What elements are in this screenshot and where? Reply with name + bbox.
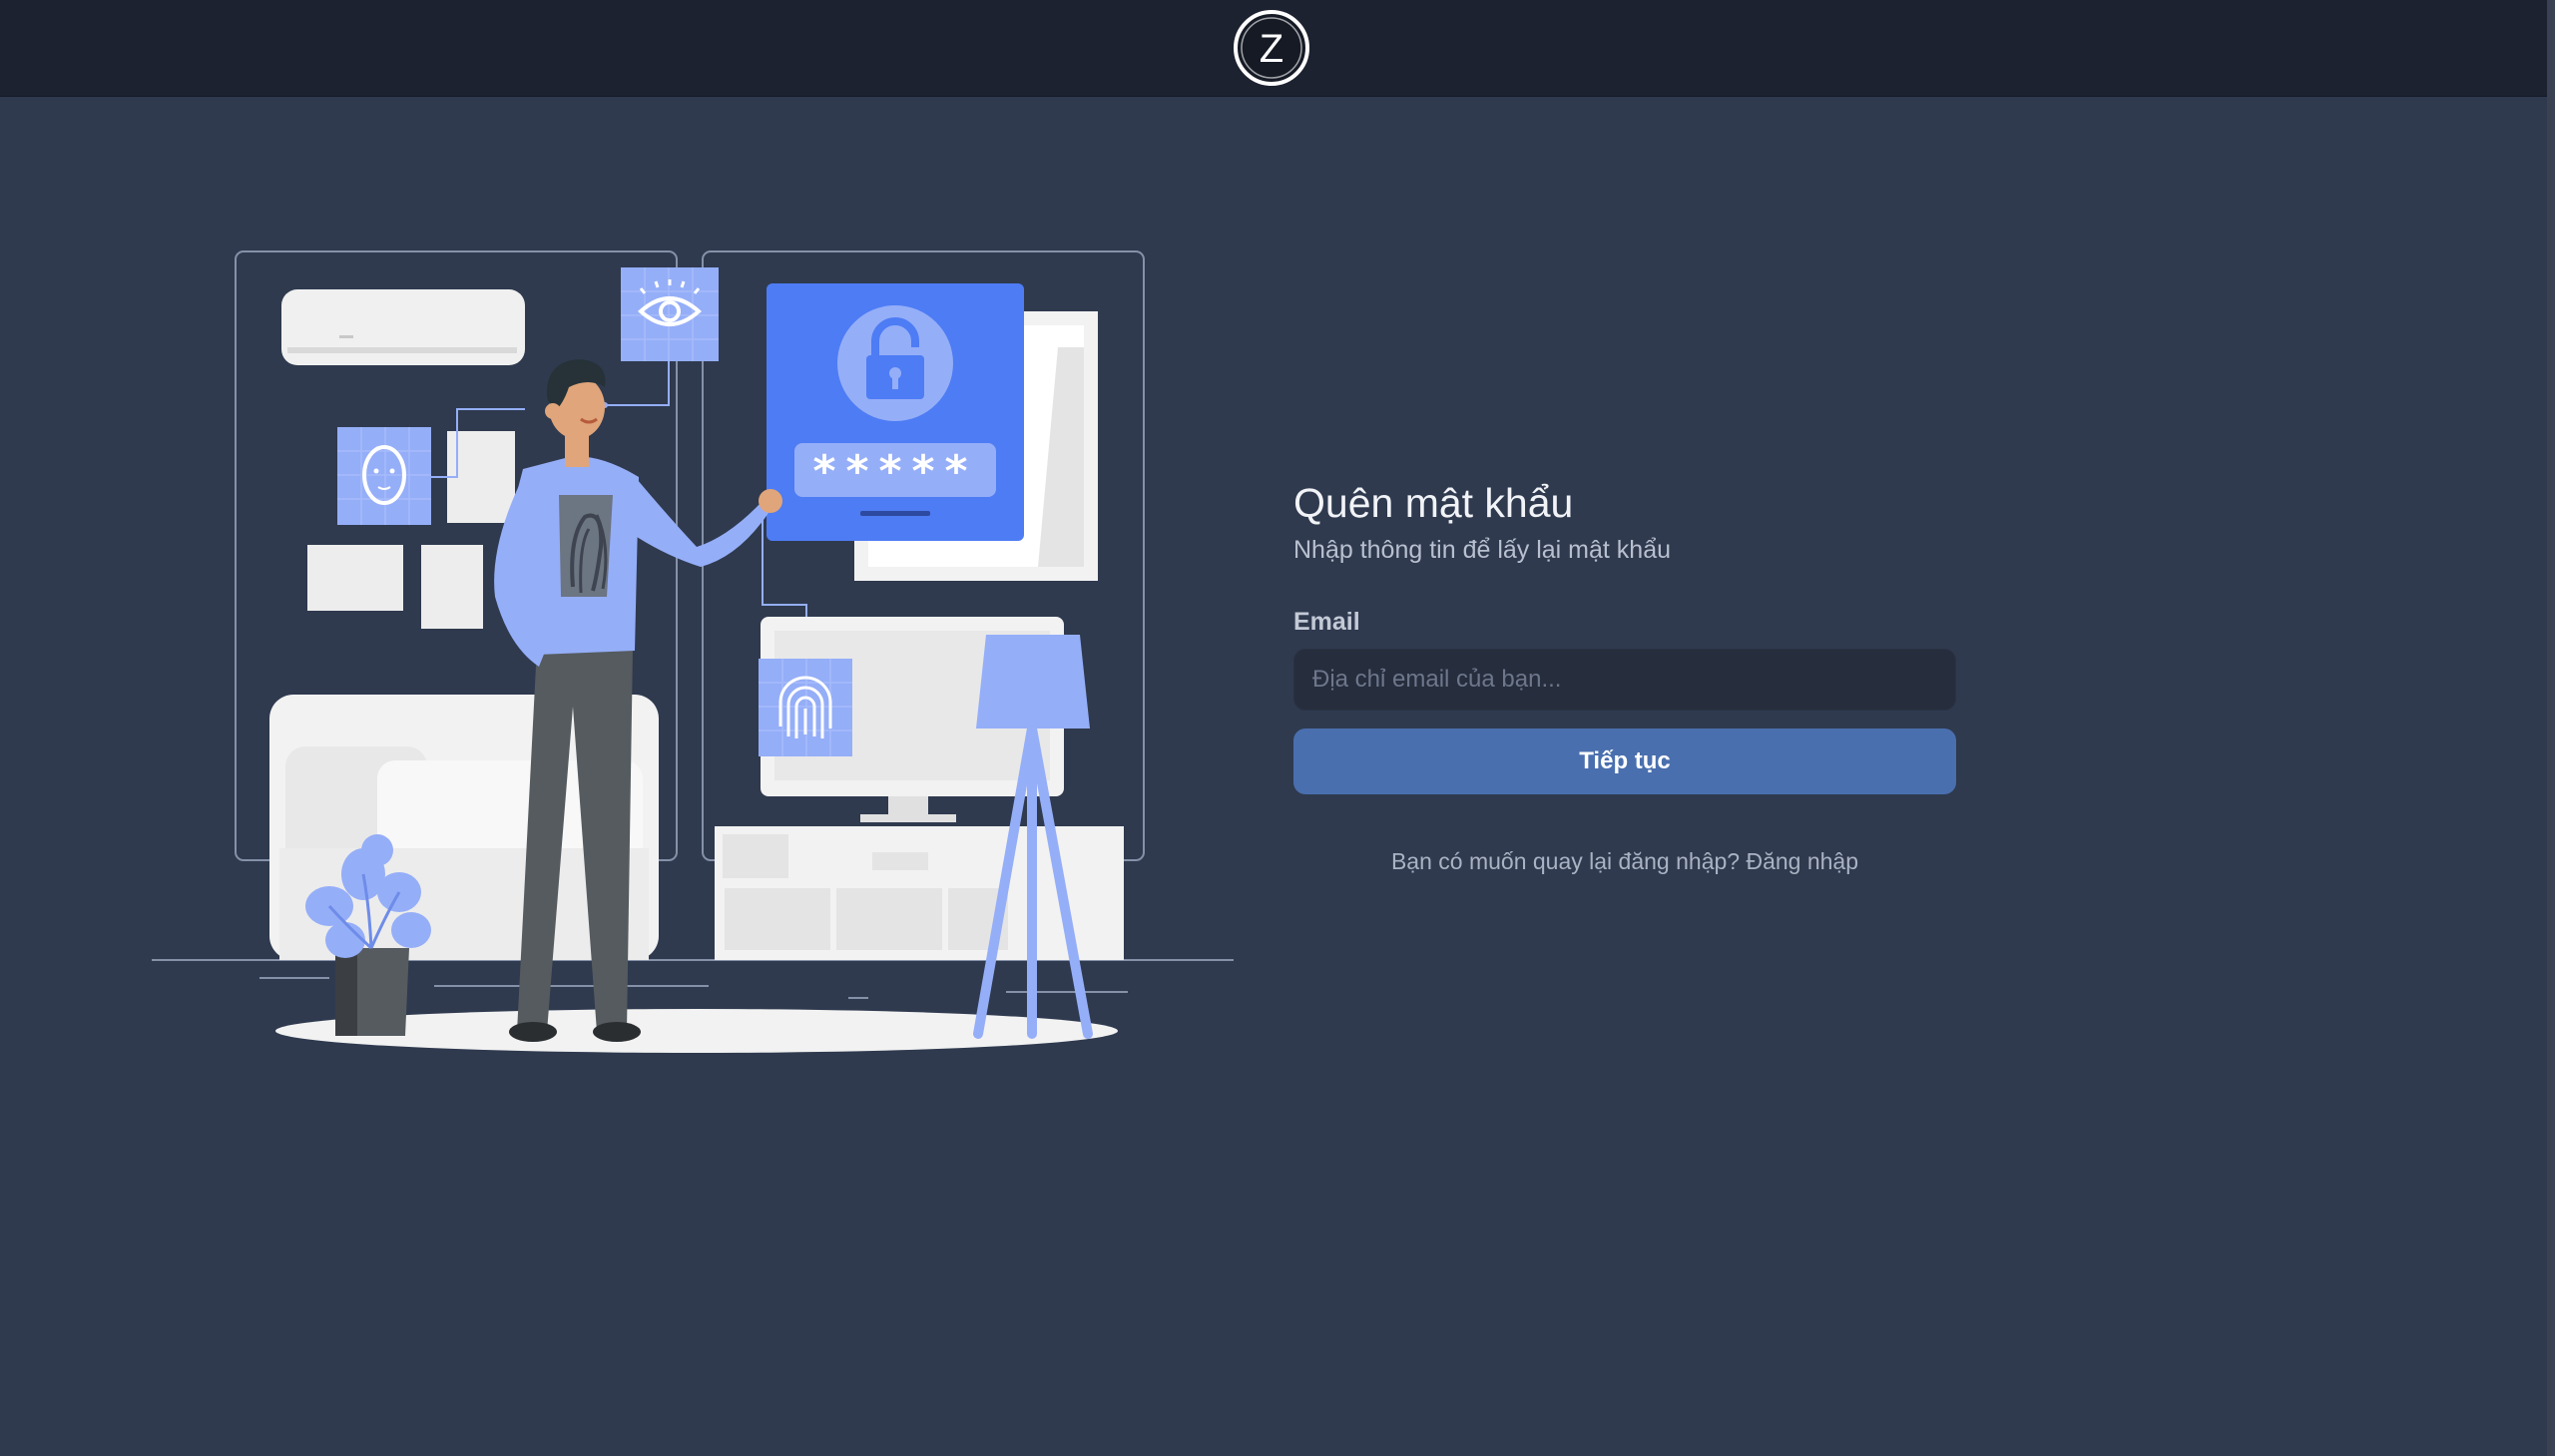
password-mask: ***** <box>812 446 977 497</box>
forgot-password-page: Z ***** Quên mật khẩu Nhập thông tin để … <box>0 0 2555 1456</box>
eye-card <box>621 267 719 361</box>
email-label: Email <box>1293 608 1360 636</box>
page-title: Quên mật khẩu <box>1293 480 1574 526</box>
face-card <box>337 427 431 525</box>
back-to-login-prompt: Bạn có muốn quay lại đăng nhập? <box>1390 848 1741 874</box>
email-field[interactable] <box>1293 649 1956 711</box>
continue-button[interactable]: Tiếp tục <box>1293 728 1956 794</box>
back-to-login: Bạn có muốn quay lại đăng nhập? Đăng nhậ… <box>1293 846 1956 876</box>
security-illustration: ***** <box>152 250 1234 1053</box>
padlock-card: ***** <box>766 283 1024 541</box>
forgot-password-form: Quên mật khẩu Nhập thông tin để lấy lại … <box>1293 477 1956 876</box>
page-subtitle: Nhập thông tin để lấy lại mật khẩu <box>1293 536 1672 564</box>
logo-letter: Z <box>1260 27 1283 71</box>
z-logo-icon[interactable]: Z <box>1232 8 1311 88</box>
page-scrollbar[interactable] <box>2547 0 2555 1456</box>
login-link[interactable]: Đăng nhập <box>1746 848 1858 874</box>
fingerprint-card <box>759 659 852 756</box>
top-bar: Z <box>0 0 2555 97</box>
